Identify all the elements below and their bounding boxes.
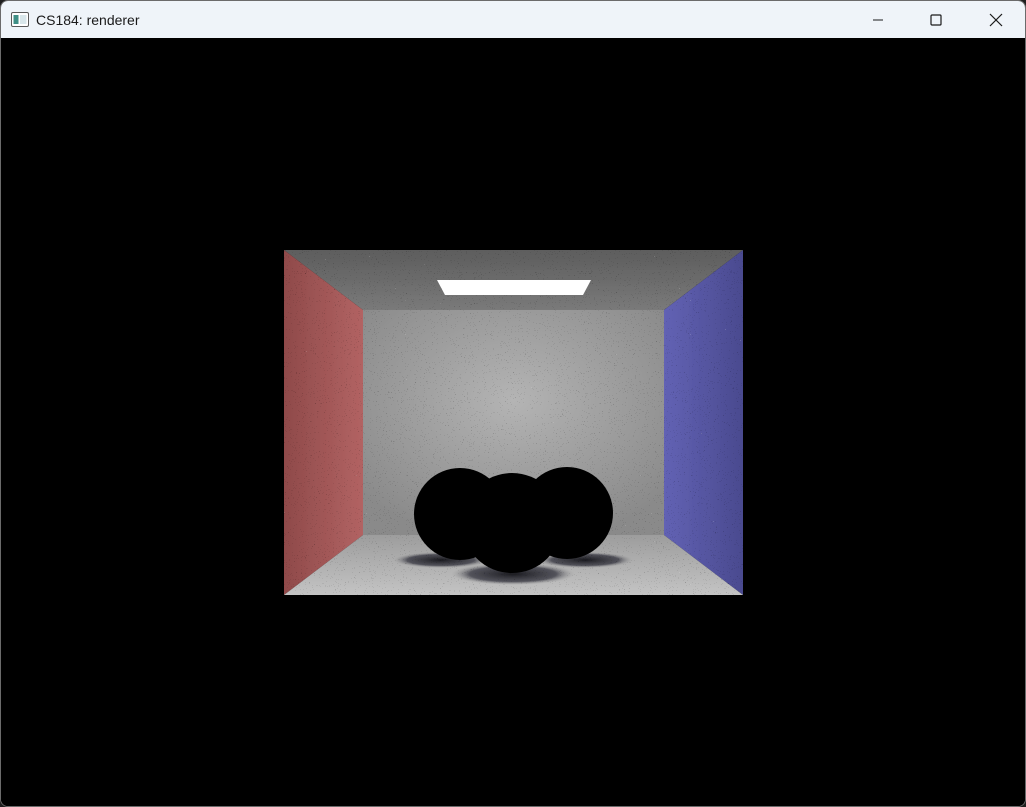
window-title: CS184: renderer: [36, 12, 140, 28]
close-icon: [989, 13, 1003, 26]
sphere-center: [462, 473, 562, 573]
app-window-icon: [11, 12, 29, 27]
minimize-button[interactable]: [849, 1, 907, 38]
renderer-window: CS184: renderer: [0, 0, 1026, 807]
left-wall: [284, 250, 363, 595]
right-wall: [664, 250, 743, 595]
render-viewport[interactable]: [1, 38, 1025, 806]
maximize-icon: [930, 13, 942, 26]
cornell-box-render: [1, 38, 1025, 806]
maximize-button[interactable]: [907, 1, 965, 38]
minimize-icon: [873, 19, 883, 20]
close-button[interactable]: [967, 1, 1025, 38]
ceiling-light: [437, 280, 591, 295]
title-bar[interactable]: CS184: renderer: [1, 1, 1025, 38]
